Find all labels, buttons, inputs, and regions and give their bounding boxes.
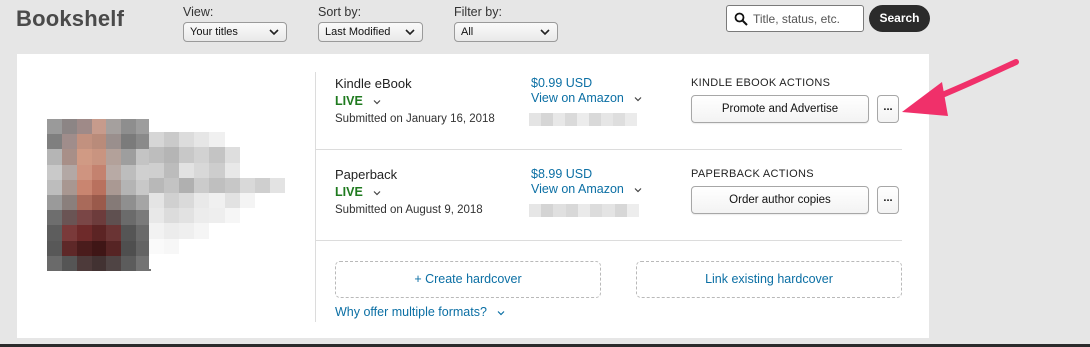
view-label: View: — [183, 5, 214, 19]
row-divider — [315, 240, 902, 241]
chevron-down-icon — [373, 99, 381, 105]
sort-filter: Sort by: Last Modified — [318, 5, 423, 42]
search-placeholder: Title, status, etc. — [753, 12, 840, 26]
format-name-kindle: Kindle eBook — [335, 76, 412, 91]
sort-select-value: Last Modified — [325, 26, 391, 38]
page-title: Bookshelf — [16, 6, 125, 31]
promote-and-advertise-button[interactable]: Promote and Advertise — [691, 95, 869, 123]
status-label: LIVE — [335, 185, 363, 199]
view-on-amazon-label: View on Amazon — [531, 182, 624, 196]
why-multiple-formats-link[interactable]: Why offer multiple formats? — [335, 305, 506, 319]
view-on-amazon-label: View on Amazon — [531, 91, 624, 105]
format-name-paperback: Paperback — [335, 167, 398, 182]
filter-label: Filter by: — [454, 5, 502, 19]
status-live-kindle[interactable]: LIVE — [335, 94, 382, 108]
chevron-down-icon — [634, 187, 642, 193]
view-select[interactable]: Your titles — [183, 22, 287, 42]
view-filter: View: Your titles — [183, 5, 287, 42]
chevron-down-icon — [634, 96, 642, 102]
book-card: Kindle eBook LIVE Submitted on January 1… — [17, 54, 929, 338]
chevron-down-icon — [540, 29, 550, 36]
arrow-annotation-icon — [902, 59, 1019, 116]
filter-select-value: All — [461, 26, 474, 38]
paperback-more-actions-button[interactable]: ... — [877, 186, 899, 214]
view-on-amazon-kindle[interactable]: View on Amazon — [531, 91, 643, 105]
sort-label: Sort by: — [318, 5, 362, 19]
search-button[interactable]: Search — [869, 5, 930, 32]
book-title-thumbnail[interactable] — [149, 117, 285, 269]
chevron-down-icon — [497, 310, 505, 316]
redacted-asin-paperback — [529, 204, 639, 217]
search-input[interactable]: Title, status, etc. — [726, 5, 864, 32]
price-kindle: $0.99 USD — [531, 76, 593, 90]
actions-label-paperback: PAPERBACK ACTIONS — [691, 168, 814, 180]
book-cover-thumbnail[interactable] — [47, 119, 151, 271]
submitted-date-paperback: Submitted on August 9, 2018 — [335, 204, 483, 216]
view-on-amazon-paperback[interactable]: View on Amazon — [531, 182, 643, 196]
chevron-down-icon — [269, 29, 279, 36]
chevron-down-icon — [373, 190, 381, 196]
status-live-paperback[interactable]: LIVE — [335, 185, 382, 199]
status-filter: Filter by: All — [454, 5, 558, 42]
link-existing-hardcover-button[interactable]: Link existing hardcover — [636, 261, 902, 298]
order-author-copies-button[interactable]: Order author copies — [691, 186, 869, 214]
view-select-value: Your titles — [190, 26, 238, 38]
column-divider — [315, 72, 316, 322]
filter-select[interactable]: All — [454, 22, 558, 42]
chevron-down-icon — [405, 29, 415, 36]
sort-select[interactable]: Last Modified — [318, 22, 423, 42]
status-label: LIVE — [335, 94, 363, 108]
redacted-asin-kindle — [529, 113, 637, 126]
search-icon — [734, 12, 748, 26]
actions-label-kindle: KINDLE EBOOK ACTIONS — [691, 77, 831, 89]
price-paperback: $8.99 USD — [531, 167, 593, 181]
create-hardcover-button[interactable]: + Create hardcover — [335, 261, 601, 298]
why-multiple-formats-label: Why offer multiple formats? — [335, 305, 487, 319]
submitted-date-kindle: Submitted on January 16, 2018 — [335, 113, 495, 125]
row-divider — [315, 149, 902, 150]
